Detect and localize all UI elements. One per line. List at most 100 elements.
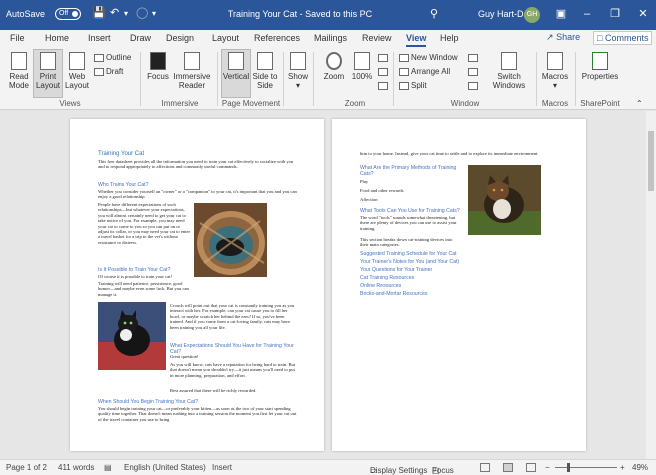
read-mode-view-icon[interactable] bbox=[480, 463, 490, 472]
vertical-icon bbox=[228, 52, 244, 70]
tab-review[interactable]: Review bbox=[362, 33, 392, 43]
zoom-button[interactable]: Zoom bbox=[320, 52, 348, 81]
arrange-all-button[interactable]: Arrange All bbox=[399, 67, 450, 76]
view-side-by-side-button[interactable] bbox=[468, 53, 480, 62]
redo-icon[interactable]: ◯ bbox=[136, 6, 148, 19]
focus-icon bbox=[150, 52, 166, 70]
tab-insert[interactable]: Insert bbox=[88, 33, 111, 43]
show-button[interactable]: Show ▾ bbox=[287, 52, 309, 90]
paragraph-when: You should begin training your cat—or pr… bbox=[98, 406, 297, 422]
new-window-button[interactable]: New Window bbox=[399, 53, 458, 62]
method-affection: Affection bbox=[360, 197, 378, 202]
restore-button[interactable]: ❐ bbox=[604, 5, 626, 23]
avatar[interactable]: GH bbox=[524, 7, 540, 23]
show-label: Show bbox=[287, 72, 308, 81]
ribbon: Read Mode Print Layout Web Layout Outlin… bbox=[0, 48, 656, 110]
split-button[interactable]: Split bbox=[399, 81, 427, 90]
split-icon bbox=[399, 81, 409, 90]
zoom-100-button[interactable]: 100% bbox=[350, 52, 374, 81]
side-to-side-button[interactable]: Side to Side bbox=[252, 52, 278, 90]
tab-design[interactable]: Design bbox=[166, 33, 194, 43]
vertical-button[interactable]: Vertical bbox=[221, 49, 251, 98]
vertical-scrollbar[interactable] bbox=[646, 111, 656, 459]
outline-icon bbox=[94, 53, 104, 62]
arrange-all-label: Arrange All bbox=[411, 67, 451, 76]
show-icon bbox=[290, 52, 306, 70]
word-count[interactable]: 411 words bbox=[58, 463, 94, 472]
method-food: Food and other rewards bbox=[360, 188, 404, 193]
tab-home[interactable]: Home bbox=[45, 33, 69, 43]
tab-layout[interactable]: Layout bbox=[212, 33, 239, 43]
tab-view[interactable]: View bbox=[406, 33, 427, 47]
draft-button[interactable]: Draft bbox=[94, 67, 123, 76]
display-settings-label: Display Settings bbox=[370, 466, 428, 475]
undo-icon[interactable]: ↶ bbox=[110, 6, 119, 19]
reset-window-position-button[interactable] bbox=[468, 81, 480, 90]
zoom-slider[interactable] bbox=[555, 467, 617, 468]
web-layout-button[interactable]: Web Layout bbox=[64, 52, 90, 90]
group-separator bbox=[217, 52, 218, 106]
draft-label: Draft bbox=[106, 67, 124, 76]
read-mode-button[interactable]: Read Mode bbox=[6, 52, 32, 90]
insert-mode[interactable]: Insert bbox=[212, 463, 232, 472]
undo-dropdown-icon[interactable]: ▾ bbox=[124, 9, 128, 18]
tab-draw[interactable]: Draw bbox=[130, 33, 151, 43]
synchronous-scrolling-button[interactable] bbox=[468, 67, 480, 76]
minimize-button[interactable]: – bbox=[576, 5, 598, 23]
immersive-reader-button[interactable]: Immersive Reader bbox=[172, 52, 212, 90]
properties-icon bbox=[592, 52, 608, 70]
web-layout-view-icon[interactable] bbox=[526, 463, 536, 472]
link-trainer-notes[interactable]: Your Trainer's Notes for You (and Your C… bbox=[360, 259, 459, 265]
cat-in-basket-photo[interactable] bbox=[194, 203, 267, 277]
print-layout-button[interactable]: Print Layout bbox=[33, 49, 63, 98]
link-training-schedule[interactable]: Suggested Training Schedule for Your Cat bbox=[360, 251, 457, 257]
save-icon[interactable]: 💾 bbox=[92, 6, 106, 19]
outline-button[interactable]: Outline bbox=[94, 53, 131, 62]
zoom-slider-knob[interactable] bbox=[567, 463, 571, 472]
search-icon[interactable]: ⚲ bbox=[430, 7, 438, 20]
multiple-pages-button[interactable] bbox=[378, 67, 390, 76]
group-label-immersive: Immersive bbox=[161, 99, 199, 108]
page-width-button[interactable] bbox=[378, 81, 390, 90]
link-bricks-mortar[interactable]: Bricks-and-Mortar Resources bbox=[360, 291, 427, 297]
link-your-questions[interactable]: Your Questions for Your Trainer bbox=[360, 267, 432, 273]
collapse-ribbon-icon[interactable]: ⌃ bbox=[636, 99, 643, 108]
scrollbar-thumb[interactable] bbox=[648, 131, 654, 191]
close-button[interactable]: ✕ bbox=[632, 5, 654, 23]
cat-in-garden-photo[interactable] bbox=[468, 165, 541, 235]
focus-button[interactable]: Focus bbox=[146, 52, 170, 81]
customize-qat-icon[interactable]: ▾ bbox=[152, 9, 156, 18]
autosave-toggle[interactable]: Off bbox=[55, 8, 81, 20]
link-resources[interactable]: Cat Training Resources bbox=[360, 275, 414, 281]
zoom-percent[interactable]: 49% bbox=[632, 463, 648, 472]
page-2[interactable]: him to your home. Instead, give your cat… bbox=[332, 119, 586, 451]
group-label-macros: Macros bbox=[541, 99, 569, 108]
magnifier-icon bbox=[326, 52, 342, 70]
page-1[interactable]: Training Your Cat This free datasheet pr… bbox=[70, 119, 324, 451]
comments-label: Comments bbox=[604, 33, 649, 43]
web-layout-icon bbox=[69, 52, 85, 70]
link-online-resources[interactable]: Online Resources bbox=[360, 283, 401, 289]
proofing-icon[interactable]: ▤ bbox=[104, 463, 112, 472]
share-icon: ↗ bbox=[546, 32, 554, 42]
tab-mailings[interactable]: Mailings bbox=[314, 33, 347, 43]
tab-references[interactable]: References bbox=[254, 33, 300, 43]
comments-button[interactable]: □ Comments bbox=[593, 31, 653, 45]
properties-button[interactable]: Properties bbox=[580, 52, 620, 81]
zoom-in-button[interactable]: + bbox=[620, 463, 625, 472]
ribbon-display-icon[interactable]: ▣ bbox=[550, 5, 572, 23]
zoom-out-button[interactable]: − bbox=[545, 463, 550, 472]
tab-help[interactable]: Help bbox=[440, 33, 459, 43]
macros-button[interactable]: Macros ▾ bbox=[540, 52, 570, 90]
group-label-zoom: Zoom bbox=[344, 99, 366, 108]
document-title-heading: Training Your Cat bbox=[98, 151, 145, 157]
print-layout-view-icon[interactable] bbox=[503, 463, 513, 472]
page-count[interactable]: Page 1 of 2 bbox=[6, 463, 47, 472]
tab-file[interactable]: File bbox=[10, 33, 25, 43]
share-button[interactable]: ↗ Share bbox=[546, 32, 580, 43]
switch-windows-button[interactable]: Switch Windows bbox=[488, 52, 530, 90]
one-page-button[interactable] bbox=[378, 53, 390, 62]
document-area[interactable]: Training Your Cat This free datasheet pr… bbox=[0, 111, 656, 459]
language[interactable]: English (United States) bbox=[124, 463, 206, 472]
cat-on-table-photo[interactable] bbox=[98, 302, 166, 370]
